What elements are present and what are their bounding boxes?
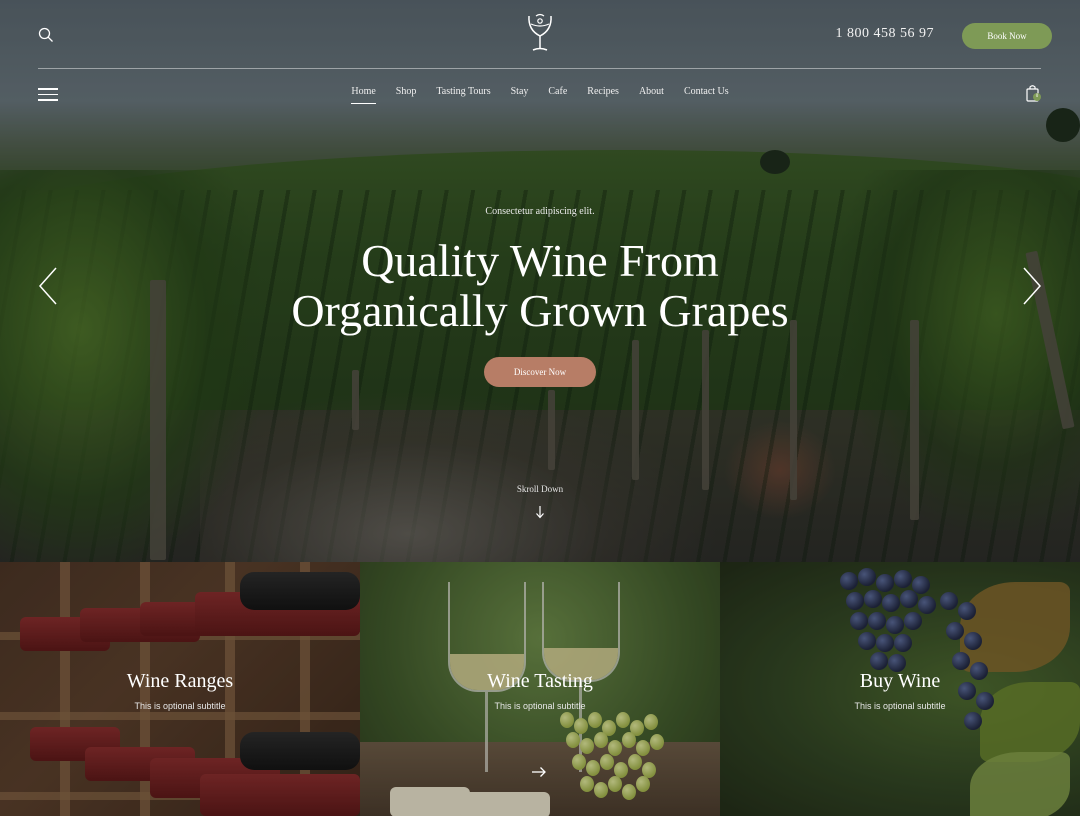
nav-item-stay[interactable]: Stay bbox=[511, 86, 529, 104]
header: 1 800 458 56 97 Book Now bbox=[0, 0, 1080, 68]
card-wine-ranges[interactable]: Wine Ranges This is optional subtitle bbox=[0, 562, 360, 816]
card-title: Wine Ranges bbox=[126, 670, 234, 692]
feature-cards: Wine Ranges This is optional subtitle Wi… bbox=[0, 562, 1080, 816]
card-wine-tasting[interactable]: Wine Tasting This is optional subtitle bbox=[360, 562, 720, 816]
book-now-button[interactable]: Book Now bbox=[962, 23, 1052, 49]
card-title: Buy Wine bbox=[859, 670, 941, 692]
nav-item-about[interactable]: About bbox=[639, 86, 664, 104]
nav-item-contact-us[interactable]: Contact Us bbox=[684, 86, 729, 104]
arrow-right-small-icon[interactable] bbox=[531, 766, 547, 778]
search-icon[interactable] bbox=[38, 27, 54, 43]
scroll-down-label[interactable]: Skroll Down bbox=[0, 484, 1080, 494]
arrow-left-icon[interactable] bbox=[36, 266, 60, 306]
hero-headline: Quality Wine From Organically Grown Grap… bbox=[0, 236, 1080, 336]
card-title: Wine Tasting bbox=[487, 670, 593, 692]
wine-glass-logo-icon[interactable] bbox=[524, 12, 556, 54]
arrow-down-icon[interactable] bbox=[535, 505, 545, 519]
header-divider bbox=[38, 68, 1041, 69]
card-subtitle: This is optional subtitle bbox=[854, 701, 946, 711]
cart-count-badge: 0 bbox=[1033, 93, 1041, 101]
nav-item-tasting-tours[interactable]: Tasting Tours bbox=[436, 86, 490, 104]
card-buy-wine[interactable]: Buy Wine This is optional subtitle bbox=[720, 562, 1080, 816]
hero-headline-line-1: Quality Wine From bbox=[361, 235, 719, 286]
card-subtitle: This is optional subtitle bbox=[494, 701, 586, 711]
discover-now-button[interactable]: Discover Now bbox=[484, 357, 596, 387]
arrow-right-icon[interactable] bbox=[1020, 266, 1044, 306]
card-subtitle: This is optional subtitle bbox=[134, 701, 226, 711]
nav-item-home[interactable]: Home bbox=[351, 86, 377, 104]
hero-headline-line-2: Organically Grown Grapes bbox=[291, 285, 789, 336]
nav-item-cafe[interactable]: Cafe bbox=[548, 86, 567, 104]
nav-item-recipes[interactable]: Recipes bbox=[587, 86, 619, 104]
nav-item-shop[interactable]: Shop bbox=[396, 86, 417, 104]
main-nav: Home Shop Tasting Tours Stay Cafe Recipe… bbox=[0, 86, 1080, 104]
hero-eyebrow: Consectetur adipiscing elit. bbox=[485, 206, 595, 217]
phone-number[interactable]: 1 800 458 56 97 bbox=[836, 26, 935, 42]
